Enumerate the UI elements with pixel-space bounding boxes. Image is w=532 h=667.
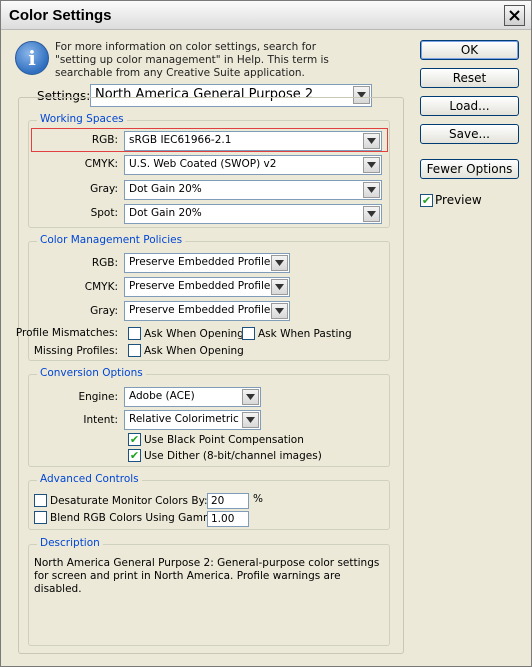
chevron-down-icon <box>271 255 288 271</box>
desaturate-checkbox[interactable] <box>34 494 47 507</box>
pol-gray-label: Gray: <box>90 305 118 317</box>
black-point-label: Use Black Point Compensation <box>144 434 304 446</box>
ws-spot-dropdown[interactable]: Dot Gain 20% <box>124 204 382 224</box>
policies-title: Color Management Policies <box>37 234 186 246</box>
missing-profiles-label: Missing Profiles: <box>33 345 118 357</box>
intent-value: Relative Colorimetric <box>129 413 239 425</box>
pol-rgb-dropdown[interactable]: Preserve Embedded Profiles <box>124 253 290 273</box>
ask-when-opening-missing-checkbox[interactable] <box>128 344 141 357</box>
chevron-down-icon <box>363 182 380 198</box>
ask-when-opening-mismatch-checkbox[interactable] <box>128 327 141 340</box>
intent-label: Intent: <box>83 414 118 426</box>
info-icon: i <box>15 41 49 75</box>
ws-cmyk-value: U.S. Web Coated (SWOP) v2 <box>129 158 277 170</box>
preview-label: Preview <box>435 193 482 207</box>
save-button[interactable]: Save... <box>420 124 519 144</box>
pol-cmyk-dropdown[interactable]: Preserve Embedded Profiles <box>124 277 290 297</box>
fewer-options-button[interactable]: Fewer Options <box>420 159 519 179</box>
chevron-down-icon <box>363 133 380 149</box>
ws-rgb-label: RGB: <box>91 134 118 146</box>
dither-checkbox[interactable]: ✔ <box>128 449 141 462</box>
chevron-down-icon <box>271 279 288 295</box>
pol-cmyk-value: Preserve Embedded Profiles <box>129 280 276 292</box>
ask-when-pasting-checkbox[interactable] <box>242 327 255 340</box>
profile-mismatches-label: Profile Mismatches: <box>15 327 118 339</box>
pol-cmyk-label: CMYK: <box>84 281 118 293</box>
pol-gray-dropdown[interactable]: Preserve Embedded Profiles <box>124 301 290 321</box>
conversion-title: Conversion Options <box>37 367 146 379</box>
chevron-down-icon <box>363 206 380 222</box>
ws-gray-value: Dot Gain 20% <box>129 183 202 195</box>
desaturate-unit: % <box>253 493 263 505</box>
color-settings-dialog: Color Settings i For more information on… <box>0 0 532 667</box>
engine-label: Engine: <box>78 391 118 403</box>
ok-button[interactable]: OK <box>420 40 519 60</box>
working-spaces-title: Working Spaces <box>37 113 127 125</box>
desaturate-field[interactable]: 20 <box>207 493 249 509</box>
ws-spot-label: Spot: <box>90 207 118 219</box>
chevron-down-icon <box>242 412 259 428</box>
intent-dropdown[interactable]: Relative Colorimetric <box>124 410 261 430</box>
reset-button[interactable]: Reset <box>420 68 519 88</box>
window-title: Color Settings <box>9 7 112 24</box>
dither-label: Use Dither (8-bit/channel images) <box>144 450 322 462</box>
blend-gamma-field[interactable]: 1.00 <box>207 511 249 527</box>
pol-rgb-label: RGB: <box>91 257 118 269</box>
description-text: North America General Purpose 2: General… <box>34 557 380 595</box>
ask-when-opening-mismatch-label: Ask When Opening <box>144 328 244 340</box>
chevron-down-icon <box>271 303 288 319</box>
ws-spot-value: Dot Gain 20% <box>129 207 202 219</box>
ask-when-opening-missing-label: Ask When Opening <box>144 345 244 357</box>
chevron-down-icon <box>363 157 380 173</box>
chevron-down-icon <box>242 389 259 405</box>
description-title: Description <box>37 537 103 549</box>
pol-gray-value: Preserve Embedded Profiles <box>129 304 276 316</box>
ws-gray-label: Gray: <box>90 183 118 195</box>
preview-checkbox[interactable]: ✔ <box>420 194 433 207</box>
info-text: For more information on color settings, … <box>55 41 329 79</box>
blend-gamma-checkbox[interactable] <box>34 511 47 524</box>
close-button[interactable] <box>504 5 525 26</box>
advanced-title: Advanced Controls <box>37 473 142 485</box>
engine-dropdown[interactable]: Adobe (ACE) <box>124 387 261 407</box>
ws-rgb-value: sRGB IEC61966-2.1 <box>129 134 232 146</box>
load-button[interactable]: Load... <box>420 96 519 116</box>
ws-gray-dropdown[interactable]: Dot Gain 20% <box>124 180 382 200</box>
ws-cmyk-label: CMYK: <box>84 158 118 170</box>
black-point-checkbox[interactable]: ✔ <box>128 433 141 446</box>
ws-rgb-dropdown[interactable]: sRGB IEC61966-2.1 <box>124 131 382 151</box>
title-bar: Color Settings <box>1 1 531 30</box>
engine-value: Adobe (ACE) <box>129 390 195 402</box>
ask-when-pasting-label: Ask When Pasting <box>258 328 352 340</box>
pol-rgb-value: Preserve Embedded Profiles <box>129 256 276 268</box>
blend-gamma-label: Blend RGB Colors Using Gamma: <box>50 512 224 524</box>
desaturate-label: Desaturate Monitor Colors By: <box>50 495 208 507</box>
close-icon <box>509 10 520 21</box>
ws-cmyk-dropdown[interactable]: U.S. Web Coated (SWOP) v2 <box>124 155 382 175</box>
